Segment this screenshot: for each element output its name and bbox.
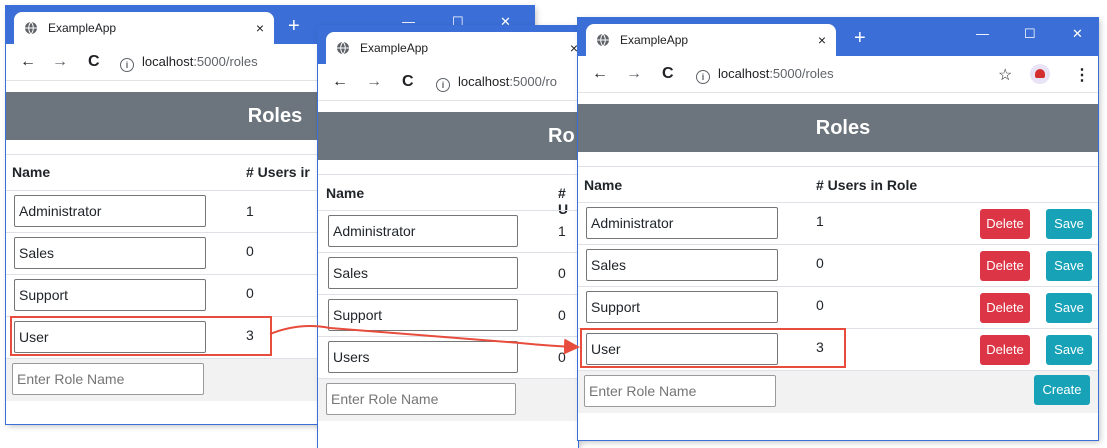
info-icon: i xyxy=(696,70,710,84)
new-tab-button[interactable]: + xyxy=(854,28,866,48)
forward-icon[interactable]: → xyxy=(626,65,642,83)
page-title: Roles xyxy=(247,105,303,127)
save-button[interactable]: Save xyxy=(1046,251,1092,281)
maximize-button[interactable]: ☐ xyxy=(1024,26,1036,42)
reload-icon[interactable]: C xyxy=(662,65,674,83)
tab-close-icon[interactable]: × xyxy=(818,32,826,48)
create-row: Enter Role Name Create xyxy=(578,370,1098,413)
user-count: 0 xyxy=(816,297,824,313)
tab-title: ExampleApp xyxy=(360,41,429,55)
browser-tab[interactable]: ExampleApp × xyxy=(14,12,274,44)
forward-icon[interactable]: → xyxy=(52,53,68,71)
role-name-input[interactable]: Users xyxy=(328,341,518,373)
new-role-input[interactable]: Enter Role Name xyxy=(326,383,516,415)
page-header: Ro xyxy=(318,112,578,160)
user-count: 1 xyxy=(816,213,824,229)
user-count: 1 xyxy=(246,203,254,219)
user-count: 0 xyxy=(246,243,254,259)
page-title: Roles xyxy=(815,117,871,139)
role-name-input[interactable]: Sales xyxy=(14,237,206,269)
tab-title: ExampleApp xyxy=(48,21,117,35)
globe-icon xyxy=(25,21,37,35)
table-header: Name # U xyxy=(318,174,578,217)
delete-button[interactable]: Delete xyxy=(980,335,1030,365)
browser-window-2: ExampleApp × ← → C i localhost:5000/ro Ro… xyxy=(318,26,578,448)
tab-close-icon[interactable]: × xyxy=(256,20,264,36)
user-count: 0 xyxy=(816,255,824,271)
info-icon: i xyxy=(120,58,134,72)
profile-avatar[interactable] xyxy=(1030,64,1050,84)
new-role-input[interactable]: Enter Role Name xyxy=(584,375,776,407)
address-bar[interactable]: i localhost:5000/ro xyxy=(436,74,557,92)
reload-icon[interactable]: C xyxy=(402,73,414,91)
table-row: Sales 0 xyxy=(318,252,578,295)
table-row: Support 0 xyxy=(318,294,578,337)
role-name-input[interactable]: Sales xyxy=(328,257,518,289)
page-header: Roles xyxy=(578,104,1098,152)
browser-window-3: ExampleApp × + — ☐ ✕ ← → C i localhost:50… xyxy=(578,18,1098,440)
table-row: Administrator 1 xyxy=(318,210,578,253)
star-icon[interactable]: ☆ xyxy=(998,65,1012,85)
delete-button[interactable]: Delete xyxy=(980,209,1030,239)
role-name-input[interactable]: Sales xyxy=(586,249,778,281)
create-button[interactable]: Create xyxy=(1034,375,1090,405)
delete-button[interactable]: Delete xyxy=(980,251,1030,281)
browser-toolbar: ← → C i localhost:5000/ro xyxy=(318,64,578,101)
browser-tab[interactable]: ExampleApp × xyxy=(326,32,578,64)
profile-icon xyxy=(1035,69,1045,78)
table-row: Administrator 1 Delete Save xyxy=(578,202,1098,245)
role-name-input[interactable]: Administrator xyxy=(586,207,778,239)
col-users: # Users ir xyxy=(246,164,310,180)
role-name-input[interactable]: Support xyxy=(586,291,778,323)
create-row: Enter Role Name xyxy=(318,378,578,421)
tab-close-icon[interactable]: × xyxy=(570,40,578,56)
delete-button[interactable]: Delete xyxy=(980,293,1030,323)
role-name-input[interactable]: Administrator xyxy=(14,195,206,227)
user-count: 0 xyxy=(558,349,566,365)
browser-tab[interactable]: ExampleApp × xyxy=(586,24,836,56)
globe-icon xyxy=(337,41,349,55)
col-name: Name xyxy=(326,185,365,201)
menu-icon[interactable]: ⋮ xyxy=(1074,65,1090,85)
role-name-input[interactable]: Support xyxy=(328,299,518,331)
new-role-input[interactable]: Enter Role Name xyxy=(12,363,204,395)
globe-icon xyxy=(597,33,609,47)
col-name: Name xyxy=(584,177,623,193)
save-button[interactable]: Save xyxy=(1046,335,1092,365)
reload-icon[interactable]: C xyxy=(88,53,100,71)
save-button[interactable]: Save xyxy=(1046,209,1092,239)
new-tab-button[interactable]: + xyxy=(288,16,300,36)
tab-title: ExampleApp xyxy=(620,33,689,47)
col-users: # Users in Role xyxy=(816,177,918,193)
table-row: Support 0 Delete Save xyxy=(578,286,1098,329)
user-count: 1 xyxy=(558,223,566,239)
address-bar[interactable]: i localhost:5000/roles xyxy=(120,54,258,72)
browser-toolbar: ← → C i localhost:5000/roles ☆ ⋮ xyxy=(578,56,1098,93)
minimize-button[interactable]: — xyxy=(976,26,989,41)
close-window-button[interactable]: ✕ xyxy=(1072,26,1083,42)
page-title: Ro xyxy=(548,125,575,147)
back-icon[interactable]: ← xyxy=(332,73,348,91)
col-name: Name xyxy=(12,164,51,180)
save-button[interactable]: Save xyxy=(1046,293,1092,323)
forward-icon[interactable]: → xyxy=(366,73,382,91)
highlight-box xyxy=(580,328,846,368)
role-name-input[interactable]: Administrator xyxy=(328,215,518,247)
info-icon: i xyxy=(436,78,450,92)
highlight-box xyxy=(10,316,272,356)
user-count: 0 xyxy=(558,265,566,281)
address-bar[interactable]: i localhost:5000/roles xyxy=(696,66,834,84)
user-count: 0 xyxy=(246,285,254,301)
table-row: Sales 0 Delete Save xyxy=(578,244,1098,287)
back-icon[interactable]: ← xyxy=(592,65,608,83)
table-header: Name # Users in Role xyxy=(578,166,1098,203)
back-icon[interactable]: ← xyxy=(20,53,36,71)
table-row: Users 0 xyxy=(318,336,578,379)
user-count: 0 xyxy=(558,307,566,323)
role-name-input[interactable]: Support xyxy=(14,279,206,311)
